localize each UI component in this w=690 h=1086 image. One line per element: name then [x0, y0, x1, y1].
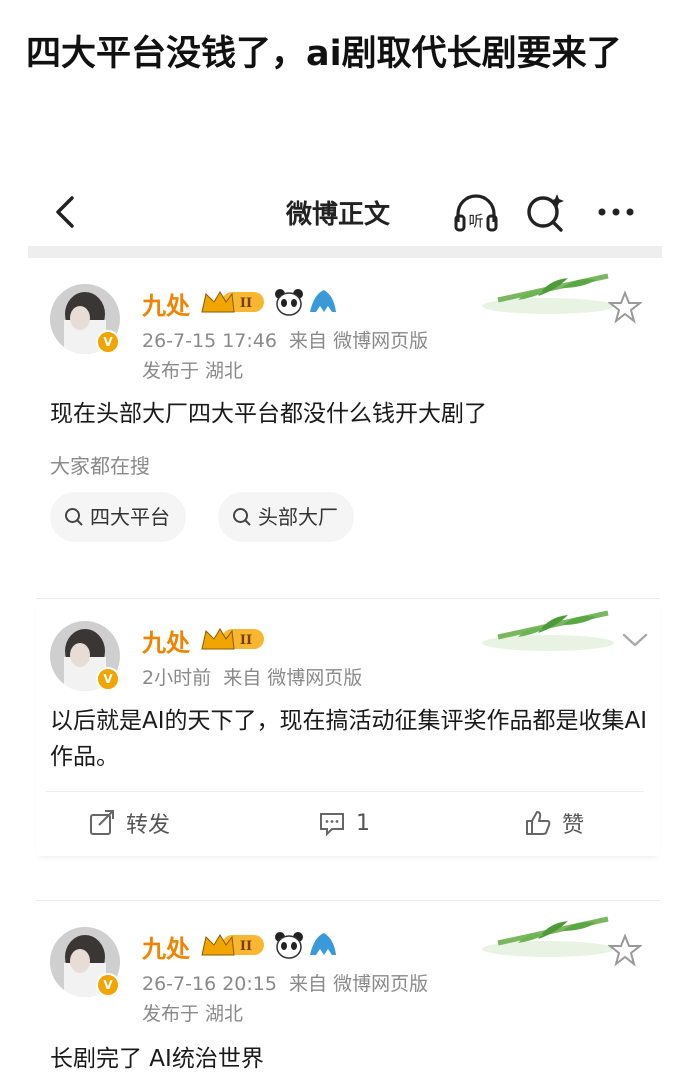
- comment-icon: [320, 813, 344, 837]
- top-nav-bar: 微博正文 听: [28, 180, 664, 242]
- vip-crown-level-icon: II: [201, 291, 264, 313]
- comment-count: 1: [356, 810, 370, 836]
- level-label: II: [240, 296, 252, 311]
- search-chip[interactable]: 头部大厂: [218, 492, 354, 542]
- verified-badge-icon: V: [96, 667, 120, 691]
- more-options-icon[interactable]: [594, 192, 638, 232]
- post-time: 26-7-16 20:15: [142, 973, 277, 995]
- ai-search-icon[interactable]: [524, 190, 568, 234]
- panda-icon: [275, 932, 303, 959]
- favorite-star-icon[interactable]: [608, 290, 642, 324]
- username[interactable]: 九处: [142, 623, 190, 658]
- vip-crown-level-icon: II: [201, 628, 264, 650]
- level-label: II: [240, 939, 252, 954]
- repost-icon: [90, 810, 114, 835]
- headline-title: 四大平台没钱了，ai剧取代长剧要来了: [26, 34, 622, 74]
- post-time-source: 2小时前 来自 微博网页版: [142, 663, 362, 690]
- page-title: 微博正文: [286, 200, 391, 230]
- post-text: 长剧完了 AI统治世界: [50, 1046, 264, 1072]
- vip-crown-level-icon: II: [201, 934, 264, 956]
- level-label: II: [240, 633, 252, 648]
- favorite-star-icon[interactable]: [608, 933, 642, 967]
- post-location: 发布于 湖北: [142, 1003, 244, 1025]
- weibo-post[interactable]: V 九处 II 2小时前 来自 微博网页版 以后就是AI的天下了，现在搞活动征集…: [36, 598, 660, 856]
- like-button[interactable]: 赞: [524, 806, 584, 840]
- post-location: 发布于 湖北: [142, 360, 244, 382]
- bamboo-decoration-icon: [482, 273, 614, 314]
- search-chip-label: 头部大厂: [258, 505, 338, 529]
- repost-button[interactable]: 转发: [88, 806, 170, 840]
- repost-label: 转发: [126, 813, 171, 838]
- username[interactable]: 九处: [142, 286, 190, 321]
- post-time-source: 26-7-15 17:46 来自 微博网页版: [142, 326, 428, 353]
- listen-label: 听: [468, 212, 483, 230]
- verified-badge-icon: V: [96, 330, 120, 354]
- post-action-bar: 转发 1 赞: [46, 791, 644, 855]
- bamboo-decoration-icon: [482, 916, 614, 957]
- shark-icon: [310, 933, 336, 955]
- post-time: 2小时前: [142, 667, 212, 689]
- post-text: 以后就是AI的天下了，现在搞活动征集评奖作品都是收集AI作品。: [50, 708, 648, 770]
- shark-icon: [310, 290, 336, 312]
- headphones-icon[interactable]: 听: [452, 190, 500, 234]
- chevron-down-icon[interactable]: [620, 629, 650, 651]
- search-icon: [65, 508, 83, 526]
- thumbs-up-icon: [526, 811, 551, 835]
- post-time-source: 26-7-16 20:15 来自 微博网页版: [142, 969, 428, 996]
- comment-button[interactable]: 1: [318, 806, 370, 840]
- panda-icon: [275, 289, 303, 316]
- weibo-post[interactable]: V 九处 II 26-7-16 20:15 来自 微博网页版 发布于 湖北 长剧…: [36, 900, 660, 1086]
- post-source[interactable]: 来自 微博网页版: [223, 667, 362, 689]
- search-chip-label: 四大平台: [90, 505, 170, 529]
- post-text: 现在头部大厂四大平台都没什么钱开大剧了: [50, 401, 487, 427]
- search-chip[interactable]: 四大平台: [50, 492, 186, 542]
- post-source[interactable]: 来自 微博网页版: [289, 330, 428, 352]
- bamboo-decoration-icon: [482, 610, 614, 651]
- username[interactable]: 九处: [142, 929, 190, 964]
- back-arrow-icon[interactable]: [46, 192, 86, 232]
- post-time: 26-7-15 17:46: [142, 330, 277, 352]
- post-source[interactable]: 来自 微博网页版: [289, 973, 428, 995]
- weibo-post[interactable]: V 九处 II 26-7-15 17:46 来自 微博网页版 发布于 湖北 现在…: [36, 262, 660, 582]
- search-icon: [233, 508, 251, 526]
- like-label: 赞: [562, 813, 585, 838]
- verified-badge-icon: V: [96, 973, 120, 997]
- hot-search-label: 大家都在搜: [50, 454, 150, 478]
- header-divider: [28, 246, 662, 258]
